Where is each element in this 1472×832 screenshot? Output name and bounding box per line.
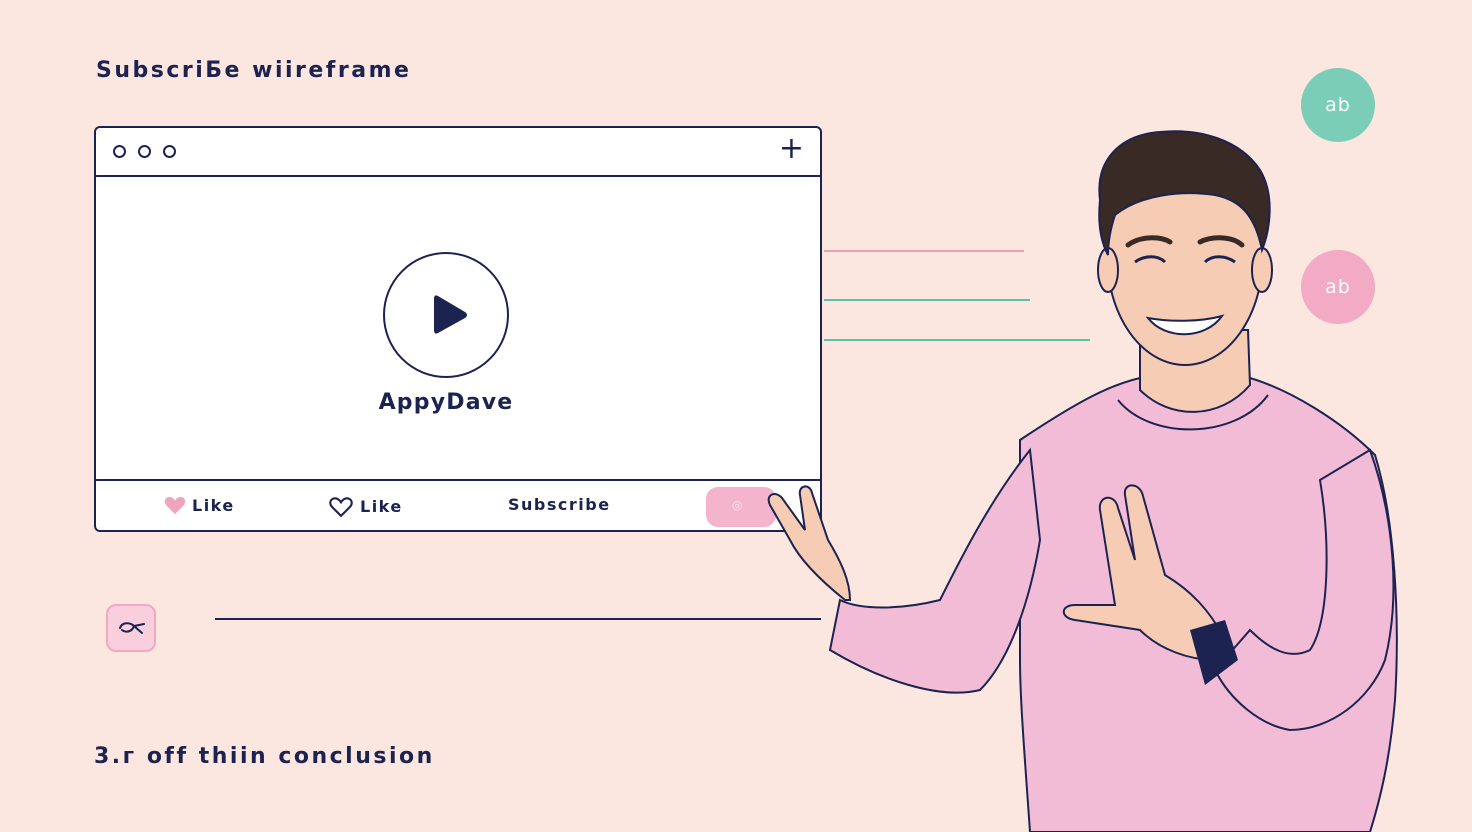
like-label: Like xyxy=(360,497,403,516)
presenter-illustration xyxy=(767,130,1398,832)
subscribe-label: Subscribe xyxy=(508,495,611,514)
window-dot-icon xyxy=(138,145,151,158)
heart-outline-icon xyxy=(329,497,353,518)
scissors-icon xyxy=(119,622,145,634)
footer-caption: 3.г off thiin conclusion xyxy=(94,744,435,769)
heart-filled-icon xyxy=(164,496,186,515)
channel-name: AppyDave xyxy=(378,390,514,415)
subscribe-button[interactable]: Subscribe xyxy=(508,495,611,514)
window-dot-icon xyxy=(113,145,126,158)
like-button-filled[interactable]: Like xyxy=(164,495,235,515)
like-label: Like xyxy=(192,495,235,515)
play-button[interactable] xyxy=(383,252,509,378)
like-button-outline[interactable]: Like xyxy=(328,495,403,518)
play-icon xyxy=(434,295,467,334)
scissors-icon-button[interactable] xyxy=(106,604,156,652)
page-title: SubscriБe wiireframe xyxy=(96,58,412,83)
window-dot-icon xyxy=(163,145,176,158)
